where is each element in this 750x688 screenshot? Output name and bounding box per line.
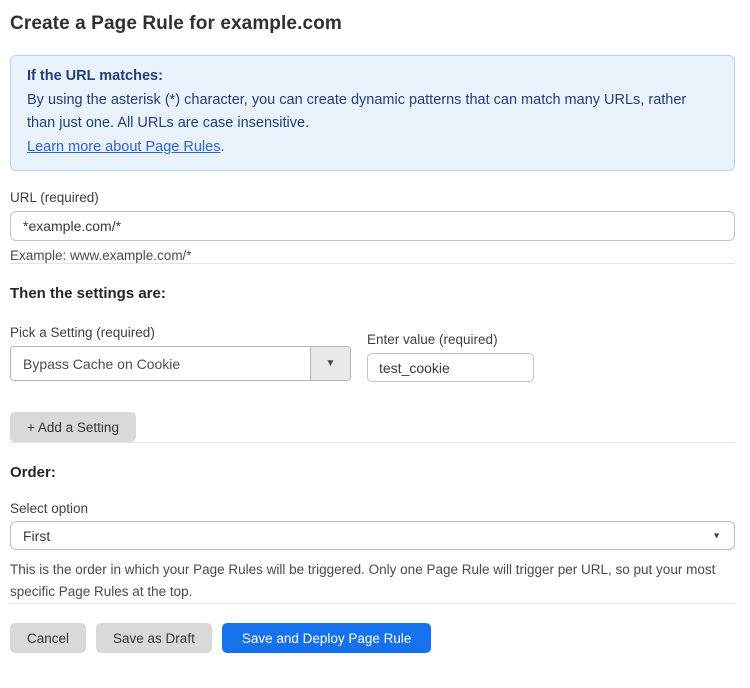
url-example-helper: Example: www.example.com/* <box>10 248 735 263</box>
url-match-info-box: If the URL matches: By using the asteris… <box>10 55 735 171</box>
url-input[interactable] <box>10 211 735 241</box>
settings-row: Pick a Setting (required) Bypass Cache o… <box>10 325 735 382</box>
setting-select-dropdown-button[interactable]: ▼ <box>310 347 350 380</box>
pick-setting-column: Pick a Setting (required) Bypass Cache o… <box>10 325 351 381</box>
setting-select[interactable]: Bypass Cache on Cookie ▼ <box>10 346 351 381</box>
chevron-down-icon: ▼ <box>326 359 336 369</box>
footer-actions: Cancel Save as Draft Save and Deploy Pag… <box>10 623 735 653</box>
divider <box>10 442 735 443</box>
info-box-body: By using the asterisk (*) character, you… <box>27 89 718 136</box>
divider <box>10 603 735 604</box>
learn-more-page-rules-link[interactable]: Learn more about Page Rules <box>27 139 220 155</box>
info-box-heading: If the URL matches: <box>27 65 718 89</box>
enter-value-label: Enter value (required) <box>367 332 534 347</box>
setting-select-value: Bypass Cache on Cookie <box>11 356 310 372</box>
cancel-button[interactable]: Cancel <box>10 623 86 653</box>
page-title: Create a Page Rule for example.com <box>10 13 735 35</box>
enter-value-column: Enter value (required) <box>367 332 534 382</box>
add-setting-button[interactable]: + Add a Setting <box>10 412 136 442</box>
divider <box>10 263 735 264</box>
order-select[interactable]: First ▼ <box>10 521 735 550</box>
create-page-rule-form: Create a Page Rule for example.com If th… <box>10 13 735 653</box>
save-and-deploy-button[interactable]: Save and Deploy Page Rule <box>222 623 432 653</box>
order-help-text: This is the order in which your Page Rul… <box>10 559 722 603</box>
link-period: . <box>220 139 224 155</box>
setting-value-input[interactable] <box>367 353 534 382</box>
pick-setting-label: Pick a Setting (required) <box>10 325 351 340</box>
settings-section-heading: Then the settings are: <box>10 285 735 302</box>
url-label: URL (required) <box>10 190 735 205</box>
order-select-label: Select option <box>10 501 735 516</box>
info-box-link-line: Learn more about Page Rules. <box>27 136 718 160</box>
chevron-down-icon: ▼ <box>712 531 721 540</box>
order-select-value: First <box>11 528 62 544</box>
order-section-heading: Order: <box>10 464 735 481</box>
save-as-draft-button[interactable]: Save as Draft <box>96 623 212 653</box>
url-section: URL (required) Example: www.example.com/… <box>10 190 735 263</box>
